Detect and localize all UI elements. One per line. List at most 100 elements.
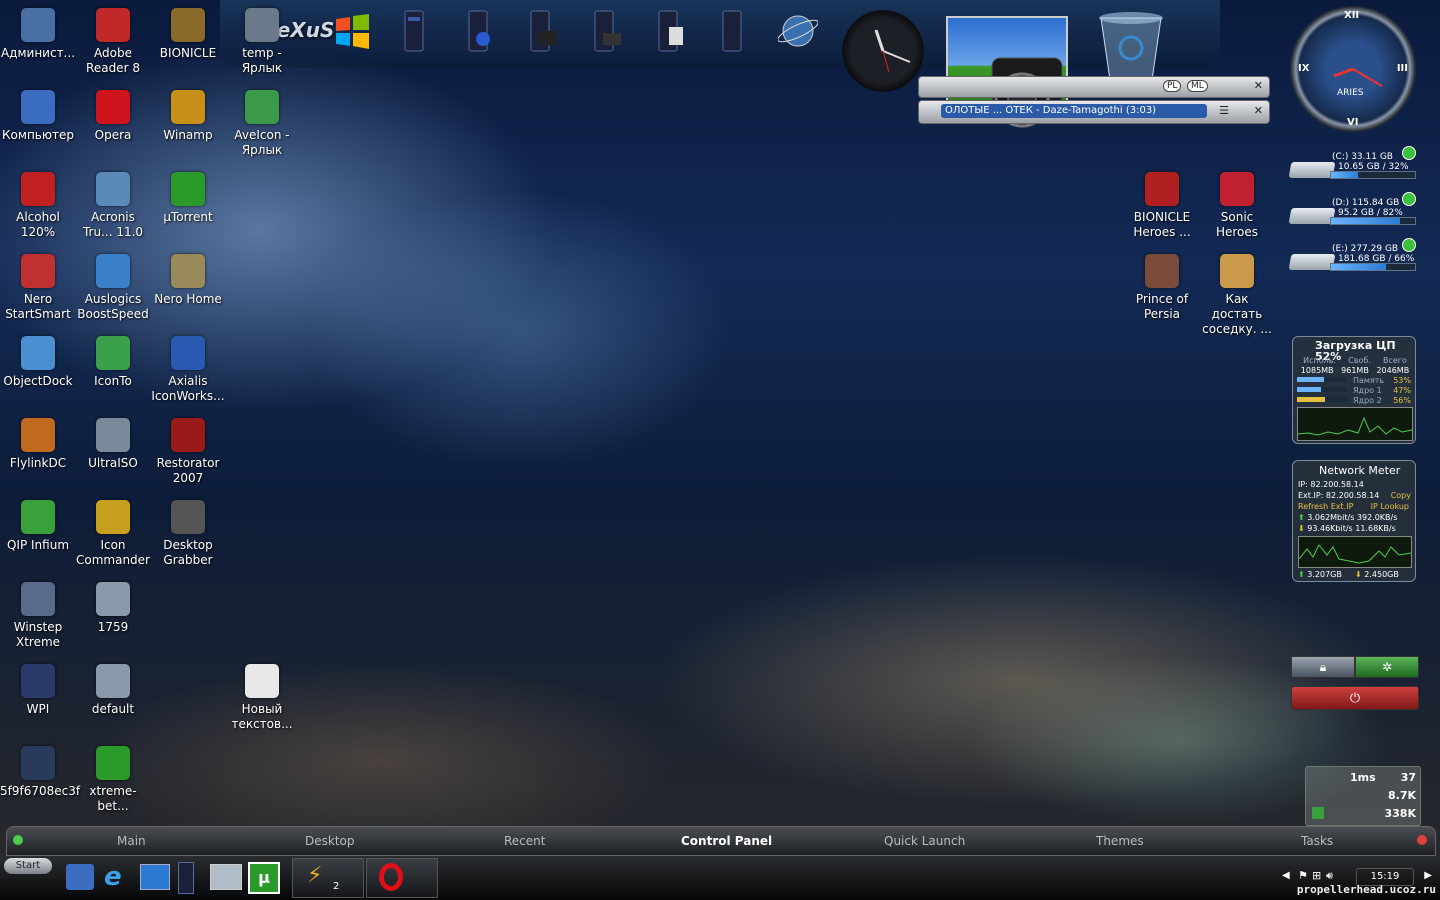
- tab-main[interactable]: Main: [117, 834, 146, 848]
- sonic-icon: [1220, 172, 1254, 206]
- tray-flag-icon[interactable]: ⚑: [1298, 869, 1308, 882]
- tab-desktop[interactable]: Desktop: [305, 834, 355, 848]
- desktop-icon-label: AveIcon - Ярлык: [234, 128, 290, 157]
- desktop-icon[interactable]: Как достать соседку. ...: [1199, 254, 1275, 337]
- ip-lookup-link[interactable]: IP Lookup: [1371, 501, 1409, 512]
- nero-icon: [21, 254, 55, 288]
- tab-control-panel[interactable]: Control Panel: [681, 834, 772, 848]
- computer-icon: [21, 90, 55, 124]
- drive-meter[interactable]: (E:) 277.29 GB 181.68 GB / 66%: [1288, 238, 1416, 282]
- recycle-bin-icon[interactable]: [1096, 10, 1166, 84]
- quicklaunch-ie-icon[interactable]: e: [104, 862, 122, 892]
- track-title[interactable]: ОЛОТЫЕ ... ОТЕК - Daze-Tamagothi (3:03): [941, 104, 1207, 118]
- desktop-icon[interactable]: Nero StartSmart: [0, 254, 76, 322]
- desktop-icon[interactable]: Prince of Persia: [1124, 254, 1200, 322]
- desktop-icon[interactable]: 1759: [75, 582, 151, 635]
- menu-icon[interactable]: ☰: [1219, 104, 1229, 117]
- close-icon[interactable]: ✕: [1254, 79, 1263, 92]
- shutdown-button[interactable]: ⏻: [1291, 686, 1419, 710]
- copy-link[interactable]: Copy: [1391, 490, 1411, 501]
- task-opera-button[interactable]: [366, 858, 438, 898]
- user-icon: [21, 8, 55, 42]
- red-orb-icon[interactable]: [1417, 835, 1427, 845]
- game-icon: [171, 8, 205, 42]
- restart-button[interactable]: ✲: [1355, 656, 1419, 678]
- dock-tower-icon-2[interactable]: [456, 8, 500, 54]
- desktop-icon[interactable]: BIONICLE: [150, 8, 226, 61]
- playlist-button[interactable]: PL: [1163, 80, 1182, 92]
- dock-tower-icon-5[interactable]: [648, 8, 692, 54]
- quicklaunch-desktop-icon[interactable]: [140, 864, 170, 890]
- tab-recent[interactable]: Recent: [504, 834, 545, 848]
- task-count: 2: [333, 881, 340, 892]
- qip-icon: [21, 500, 55, 534]
- tab-themes[interactable]: Themes: [1096, 834, 1144, 848]
- desktop-icon[interactable]: ObjectDock: [0, 336, 76, 389]
- desktop-icon[interactable]: Админист...: [0, 8, 76, 61]
- start-button[interactable]: Start: [4, 858, 52, 874]
- desktop-icon-label: Axialis IconWorks...: [151, 374, 225, 403]
- task-winamp-button[interactable]: ⚡ 2: [292, 858, 364, 898]
- desktop-icon[interactable]: Icon Commander: [75, 500, 151, 568]
- lock-button[interactable]: 🔒︎: [1291, 656, 1355, 678]
- desktop-icon[interactable]: temp - Ярлык: [224, 8, 300, 76]
- dock-tower-icon-4[interactable]: [584, 8, 628, 54]
- desktop-icon[interactable]: Компьютер: [0, 90, 76, 143]
- desktop-icon[interactable]: WPI: [0, 664, 76, 717]
- tray-right-arrow-icon[interactable]: ▶: [1424, 870, 1432, 881]
- quicklaunch-tower-icon[interactable]: [178, 862, 194, 894]
- quicklaunch-window-icon[interactable]: [210, 864, 242, 890]
- desktop-icon[interactable]: µTorrent: [150, 172, 226, 225]
- drive-usage-bar: [1330, 263, 1416, 271]
- dock-tower-icon-1[interactable]: [392, 8, 436, 54]
- quicklaunch-utorrent-icon[interactable]: µ: [248, 862, 280, 894]
- tab-quick-launch[interactable]: Quick Launch: [884, 834, 965, 848]
- desktop-icon-label: Nero StartSmart: [5, 292, 71, 321]
- desktop-icon[interactable]: Restorator 2007: [150, 418, 226, 486]
- tray-arrow-icon[interactable]: ◀: [1282, 870, 1290, 881]
- desktop-icon[interactable]: xtreme-bet...: [75, 746, 151, 814]
- pdf-icon: [96, 8, 130, 42]
- drive-meter[interactable]: (D:) 115.84 GB 95.2 GB / 82%: [1288, 192, 1416, 236]
- desktop-icon-label: Opera: [94, 128, 132, 142]
- desktop-icon[interactable]: Opera: [75, 90, 151, 143]
- refresh-icon[interactable]: [1402, 238, 1416, 252]
- download-arrow-icon: ⬇: [1298, 524, 1305, 533]
- desktop-icon[interactable]: Alcohol 120%: [0, 172, 76, 240]
- globe-icon: [96, 254, 130, 288]
- desktop-icon[interactable]: Winamp: [150, 90, 226, 143]
- desktop-icon[interactable]: UltraISO: [75, 418, 151, 471]
- desktop-icon[interactable]: Nero Home: [150, 254, 226, 307]
- media-library-button[interactable]: ML: [1187, 80, 1208, 92]
- drive-meter[interactable]: (C:) 33.11 GB 10.65 GB / 32%: [1288, 146, 1416, 190]
- tray-volume-icon[interactable]: 🔊︎: [1326, 869, 1333, 883]
- dock-tower-icon-3[interactable]: [520, 8, 564, 54]
- dock-windows-icon[interactable]: [330, 8, 374, 54]
- cd-icon: [96, 418, 130, 452]
- refresh-icon[interactable]: [1402, 146, 1416, 160]
- desktop-icon[interactable]: Новый текстов...: [224, 664, 300, 732]
- desktop-icon[interactable]: Adobe Reader 8: [75, 8, 151, 76]
- desktop-icon[interactable]: default: [75, 664, 151, 717]
- refresh-ip-link[interactable]: Refresh Ext.IP: [1298, 501, 1353, 512]
- desktop-icon[interactable]: Winstep Xtreme: [0, 582, 76, 650]
- close-icon[interactable]: ✕: [1254, 104, 1263, 117]
- desktop-icon[interactable]: FlylinkDC: [0, 418, 76, 471]
- green-orb-icon[interactable]: [13, 835, 23, 845]
- desktop-icon[interactable]: Auslogics BoostSpeed: [75, 254, 151, 322]
- desktop-icon[interactable]: Axialis IconWorks...: [150, 336, 226, 404]
- desktop-icon[interactable]: Acronis Tru... 11.0: [75, 172, 151, 240]
- tray-network-icon[interactable]: ⊞: [1312, 869, 1321, 882]
- desktop-icon[interactable]: Sonic Heroes: [1199, 172, 1275, 240]
- quicklaunch-computer-icon[interactable]: [66, 864, 94, 890]
- desktop-icon[interactable]: Desktop Grabber: [150, 500, 226, 568]
- refresh-icon[interactable]: [1402, 192, 1416, 206]
- dock-tower-icon-6[interactable]: [710, 8, 754, 54]
- desktop-icon[interactable]: 5f9f6708ec3f: [0, 746, 80, 799]
- tab-tasks[interactable]: Tasks: [1301, 834, 1333, 848]
- desktop-icon[interactable]: IconTo: [75, 336, 151, 389]
- desktop-icon[interactable]: AveIcon - Ярлык: [224, 90, 300, 158]
- desktop-icon[interactable]: BIONICLE Heroes ...: [1124, 172, 1200, 240]
- dock-globe-icon[interactable]: [776, 8, 820, 54]
- desktop-icon[interactable]: QIP Infium: [0, 500, 76, 553]
